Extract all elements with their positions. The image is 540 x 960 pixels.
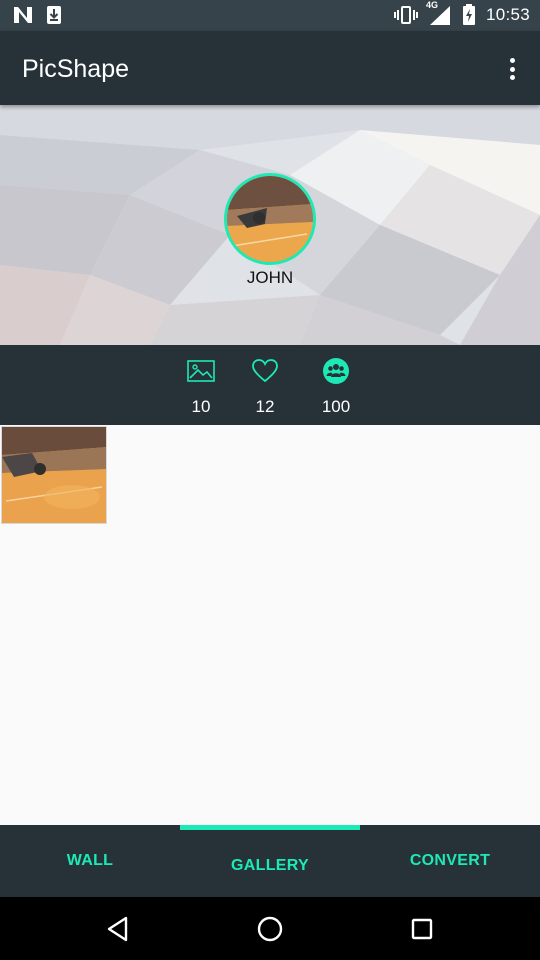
stat-images[interactable]: 10: [171, 355, 231, 417]
gallery-grid: [0, 425, 540, 825]
back-icon[interactable]: [102, 913, 134, 945]
more-vert-icon[interactable]: [502, 56, 522, 82]
bottom-tabs: WALL GALLERY CONVERT: [0, 825, 540, 897]
home-icon[interactable]: [254, 913, 286, 945]
tab-convert[interactable]: CONVERT: [360, 825, 540, 897]
stats-bar: 10 12 100: [0, 345, 540, 425]
profile-name: JOHN: [246, 268, 294, 287]
system-nav-bar: [0, 897, 540, 960]
status-clock: 10:53: [485, 5, 530, 24]
battery-charging-icon: [462, 4, 476, 26]
status-bar: 4G 10:53: [0, 0, 540, 31]
tab-gallery[interactable]: GALLERY: [180, 825, 360, 897]
stat-likes[interactable]: 12: [235, 355, 295, 417]
stat-images-count: 10: [191, 397, 211, 416]
profile-avatar[interactable]: [224, 173, 316, 265]
group-icon: [306, 355, 366, 387]
tab-wall[interactable]: WALL: [0, 825, 180, 897]
gallery-thumbnail[interactable]: [1, 426, 107, 524]
stat-followers[interactable]: 100: [306, 355, 366, 417]
stat-followers-count: 100: [321, 397, 351, 416]
n-notification-icon: [12, 5, 34, 25]
vibrate-icon: [393, 5, 418, 25]
network-type-label: 4G: [425, 0, 438, 10]
heart-icon: [235, 355, 295, 387]
app-title: PicShape: [22, 55, 130, 83]
image-icon: [171, 355, 231, 387]
stat-likes-count: 12: [255, 397, 275, 416]
signal-icon: 4G: [426, 0, 452, 26]
app-bar: PicShape: [0, 31, 540, 105]
download-icon: [46, 5, 62, 25]
recents-icon[interactable]: [406, 913, 438, 945]
